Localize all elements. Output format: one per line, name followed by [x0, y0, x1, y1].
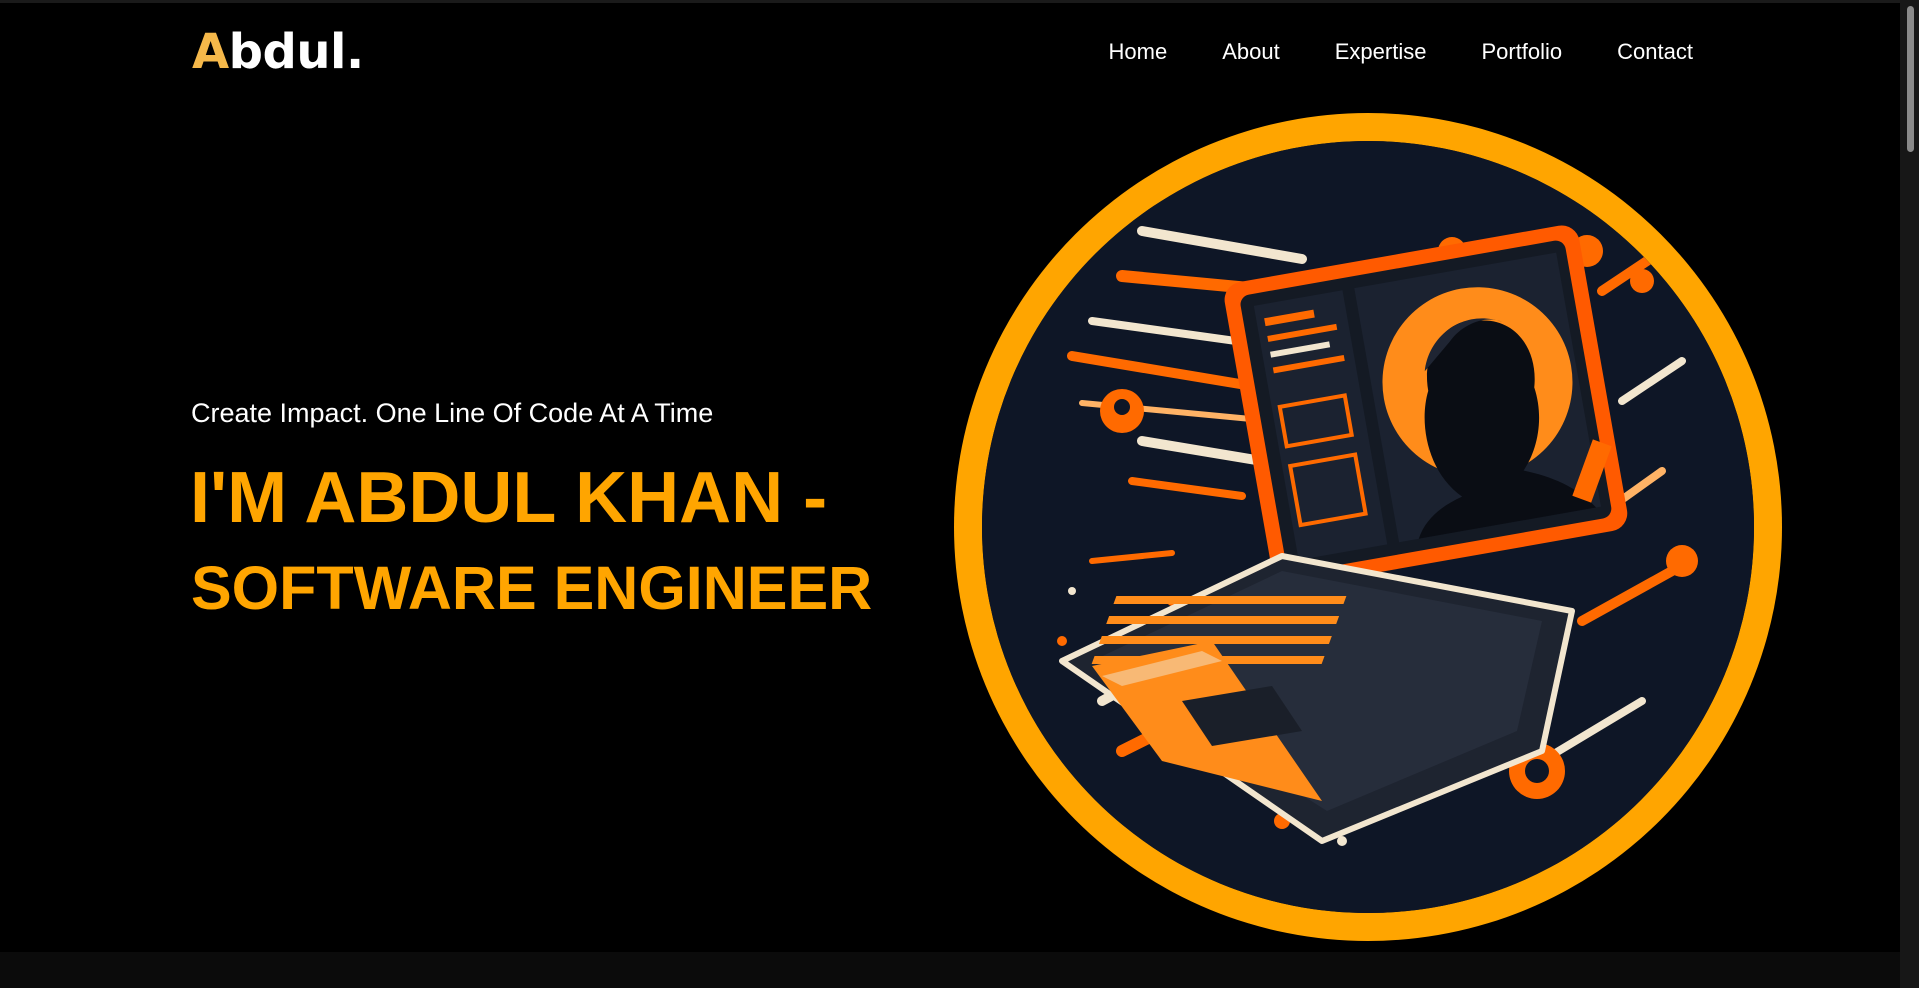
laptop-illustration-icon	[982, 141, 1754, 913]
nav-portfolio[interactable]: Portfolio	[1481, 38, 1562, 66]
top-border	[0, 0, 1900, 3]
hero-illustration	[982, 141, 1754, 913]
logo-initial: A	[192, 24, 229, 80]
hero-title-name: I'M ABDUL KHAN -	[190, 458, 828, 538]
logo-text: bdul.	[228, 24, 365, 80]
nav-home[interactable]: Home	[1109, 38, 1168, 66]
nav-about[interactable]: About	[1222, 38, 1280, 66]
hero-profile-image	[954, 113, 1782, 941]
scrollbar-thumb[interactable]	[1907, 6, 1914, 152]
hero-tagline: Create Impact. One Line Of Code At A Tim…	[191, 398, 714, 428]
site-logo[interactable]: Abdul.	[192, 22, 364, 82]
nav-contact[interactable]: Contact	[1617, 38, 1693, 66]
main-navigation: Home About Expertise Portfolio Contact	[1109, 38, 1693, 66]
hero-title-role: SOFTWARE ENGINEER	[191, 554, 873, 622]
next-section-strip	[0, 952, 1900, 988]
nav-expertise[interactable]: Expertise	[1335, 38, 1427, 66]
